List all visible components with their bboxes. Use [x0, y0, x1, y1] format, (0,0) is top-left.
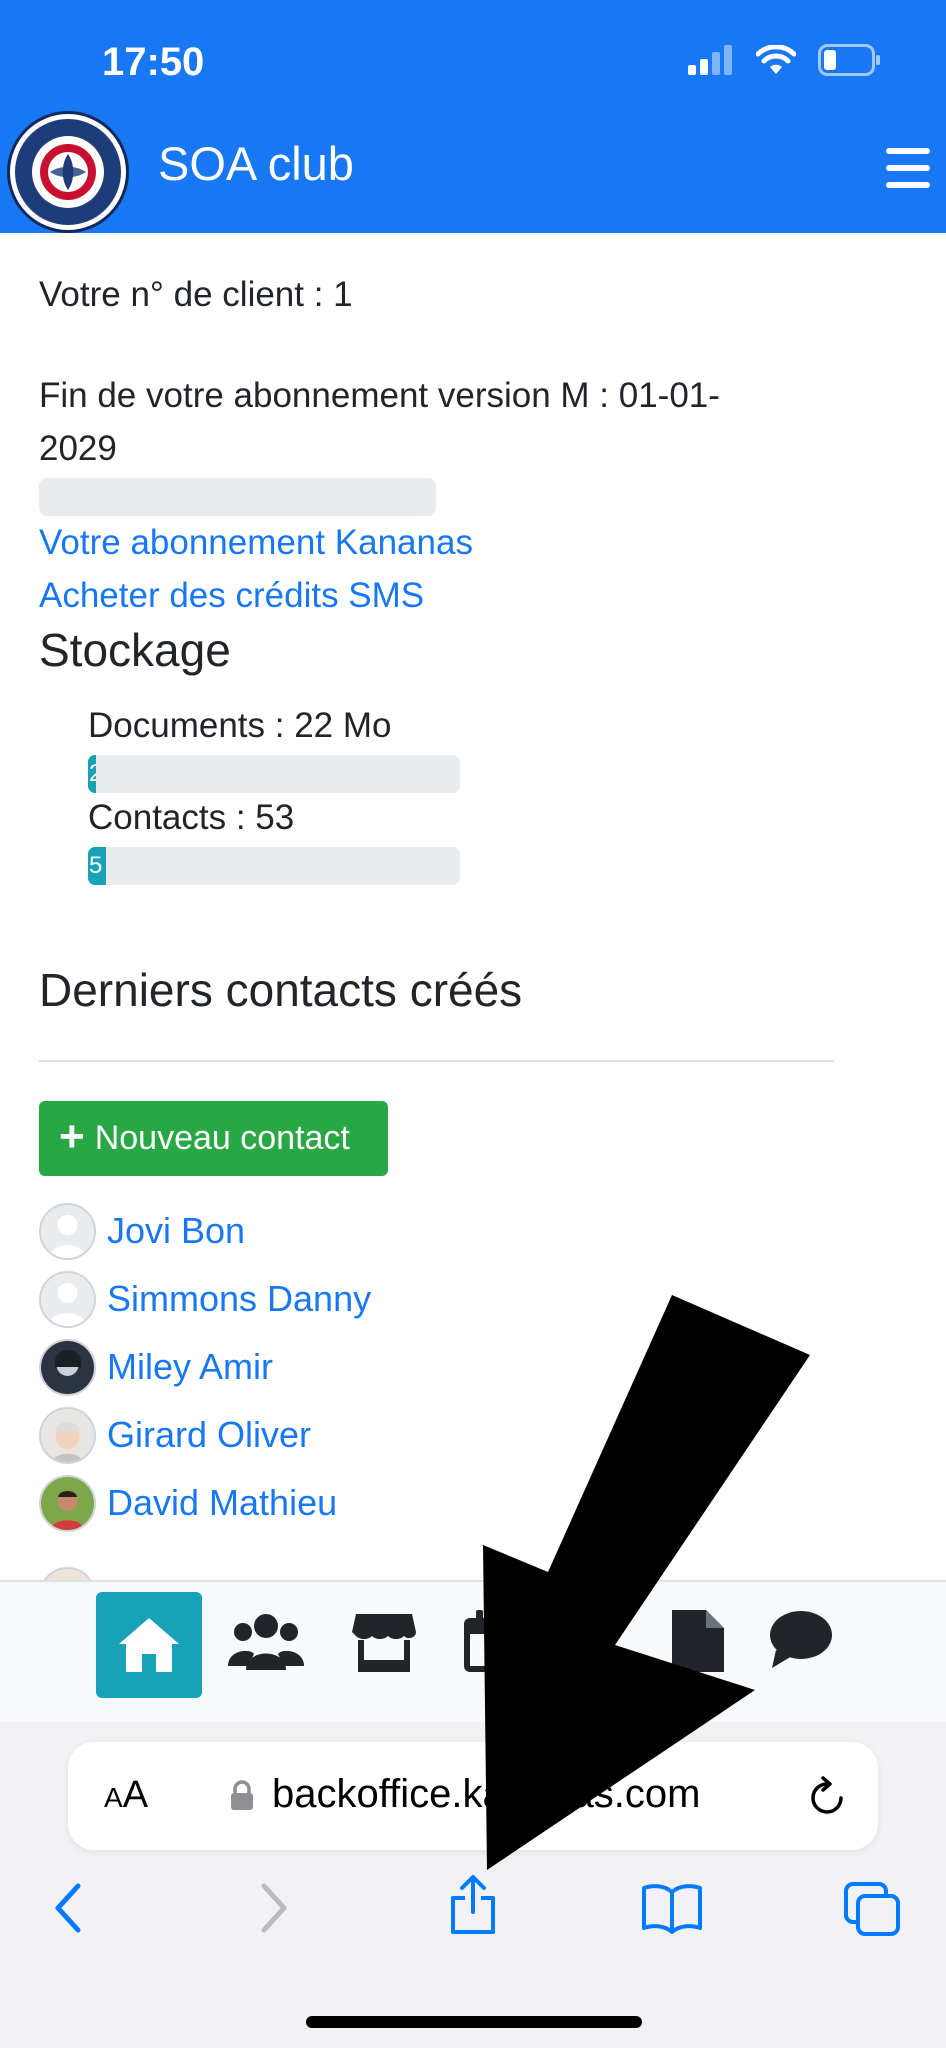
client-number: Votre n° de client : 1	[39, 275, 353, 314]
photo-avatar-icon	[39, 1406, 96, 1464]
status-icons	[688, 44, 882, 76]
chat-icon[interactable]	[770, 1610, 832, 1668]
contact-item-partial[interactable]	[39, 1566, 96, 1580]
photo-avatar-icon	[39, 1338, 96, 1396]
contact-item[interactable]: Jovi Bon	[39, 1202, 245, 1260]
subscription-end-line2: 2029	[39, 429, 117, 468]
new-contact-button[interactable]: + Nouveau contact	[39, 1101, 388, 1176]
back-icon[interactable]	[52, 1882, 84, 1934]
store-icon[interactable]	[352, 1610, 416, 1672]
contact-item[interactable]: Simmons Danny	[39, 1270, 371, 1328]
photo-avatar-icon	[39, 1474, 96, 1532]
contact-name[interactable]: Miley Amir	[107, 1346, 273, 1388]
club-logo[interactable]	[10, 114, 126, 230]
contacts-progress: 5	[88, 847, 460, 885]
home-icon[interactable]	[96, 1592, 202, 1698]
contact-item[interactable]: David Mathieu	[39, 1474, 337, 1532]
storage-heading: Stockage	[39, 624, 231, 676]
recent-contacts-heading: Derniers contacts créés	[39, 964, 523, 1016]
default-avatar-icon	[39, 1202, 96, 1260]
contact-name[interactable]: Girard Oliver	[107, 1414, 311, 1456]
battery-icon	[818, 44, 880, 76]
app-header: 17:50 SOA club	[0, 0, 946, 233]
documents-progress-fill: 2	[88, 755, 96, 793]
users-icon[interactable]	[228, 1610, 304, 1672]
photo-avatar-icon	[39, 1566, 96, 1580]
contacts-label: Contacts : 53	[88, 798, 295, 837]
subscription-link[interactable]: Votre abonnement Kananas	[39, 519, 473, 567]
browser-toolbar: AA backoffice.kananas.com	[0, 1722, 946, 2048]
contact-item[interactable]: Girard Oliver	[39, 1406, 311, 1464]
forward-icon[interactable]	[258, 1882, 290, 1934]
default-avatar-icon	[39, 1270, 96, 1328]
file-icon[interactable]	[672, 1610, 724, 1672]
contacts-progress-fill: 5	[88, 847, 106, 885]
text-size-button[interactable]: AA	[104, 1774, 148, 1817]
subscription-end-line1: Fin de votre abonnement version M : 01-0…	[39, 376, 720, 415]
documents-progress: 2	[88, 755, 460, 793]
calendar-icon[interactable]	[464, 1610, 520, 1672]
url-text[interactable]: backoffice.kananas.com	[272, 1772, 700, 1817]
cellular-signal-icon	[688, 45, 732, 75]
contact-name[interactable]: Jovi Bon	[107, 1210, 245, 1252]
plus-icon: +	[59, 1111, 85, 1161]
documents-label: Documents : 22 Mo	[88, 706, 392, 745]
subscription-progress-bar	[39, 478, 436, 516]
contact-name[interactable]: Simmons Danny	[107, 1278, 371, 1320]
app-title: SOA club	[158, 137, 354, 190]
share-icon[interactable]	[448, 1874, 498, 1936]
new-contact-label: Nouveau contact	[94, 1119, 350, 1157]
app-bottom-nav	[0, 1580, 946, 1722]
bookmarks-icon[interactable]	[642, 1882, 702, 1934]
home-indicator	[306, 2016, 642, 2028]
divider	[39, 1060, 834, 1062]
contact-item[interactable]: Miley Amir	[39, 1338, 273, 1396]
lock-icon	[231, 1780, 253, 1810]
tabs-icon[interactable]	[844, 1882, 902, 1936]
contact-name[interactable]: David Mathieu	[107, 1482, 337, 1524]
address-bar[interactable]: AA backoffice.kananas.com	[68, 1742, 878, 1850]
buy-sms-link[interactable]: Acheter des crédits SMS	[39, 572, 424, 620]
main-content: Votre n° de client : 1 Fin de votre abon…	[0, 233, 946, 1580]
wifi-icon	[756, 45, 796, 74]
menu-icon[interactable]	[886, 148, 930, 188]
reload-icon[interactable]	[808, 1774, 848, 1818]
status-time: 17:50	[102, 40, 205, 84]
